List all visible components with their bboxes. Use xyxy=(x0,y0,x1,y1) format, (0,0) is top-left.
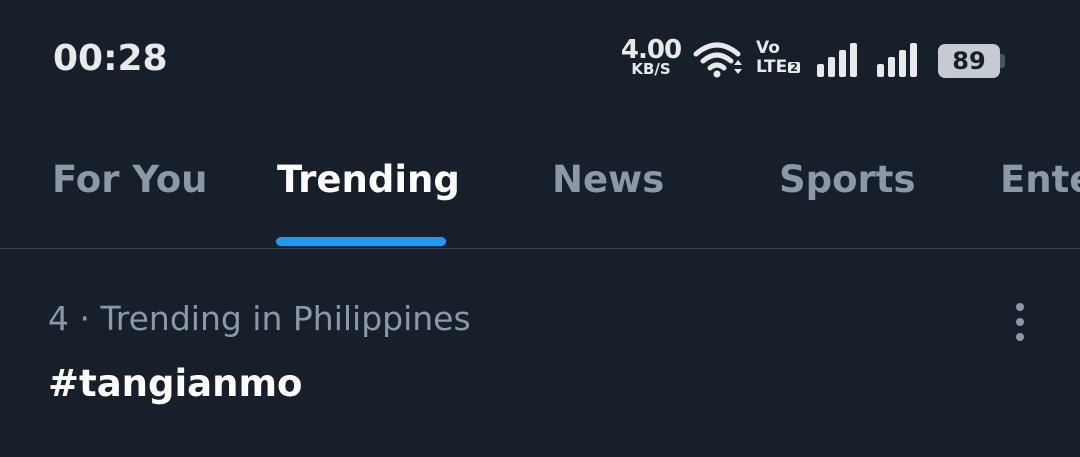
more-vertical-icon[interactable] xyxy=(1004,301,1036,343)
volte-label: Vo xyxy=(756,38,780,58)
tab-sports[interactable]: Sports xyxy=(779,158,916,201)
wifi-icon xyxy=(693,42,742,78)
volte-indicator: Vo LTE 2 xyxy=(756,40,800,76)
sim-slot-badge: 2 xyxy=(788,61,800,74)
tab-news[interactable]: News xyxy=(552,158,664,201)
tab-trending[interactable]: Trending xyxy=(277,158,460,201)
signal-strength-icon xyxy=(877,43,917,77)
trend-context: 4 · Trending in Philippines xyxy=(48,299,471,338)
tab-for-you[interactable]: For You xyxy=(52,158,207,201)
signal-strength-icon xyxy=(817,43,857,77)
status-clock: 00:28 xyxy=(53,38,168,79)
battery-icon: 89 xyxy=(938,44,1005,78)
active-tab-indicator xyxy=(276,237,446,246)
explore-tabs: For You Trending News Sports Entertainme… xyxy=(0,120,1080,249)
network-speed: 4.00 KB/S xyxy=(620,37,682,77)
battery-cap xyxy=(1000,54,1005,68)
trend-item[interactable]: 4 · Trending in Philippines #tangianmo xyxy=(0,249,1080,457)
tab-entertainment[interactable]: Entertainment xyxy=(1000,158,1080,201)
battery-level: 89 xyxy=(952,47,986,75)
status-bar: 00:28 4.00 KB/S Vo LTE 2 89 xyxy=(0,0,1080,120)
trend-hashtag[interactable]: #tangianmo xyxy=(48,362,302,405)
lte-label: LTE xyxy=(756,57,788,77)
